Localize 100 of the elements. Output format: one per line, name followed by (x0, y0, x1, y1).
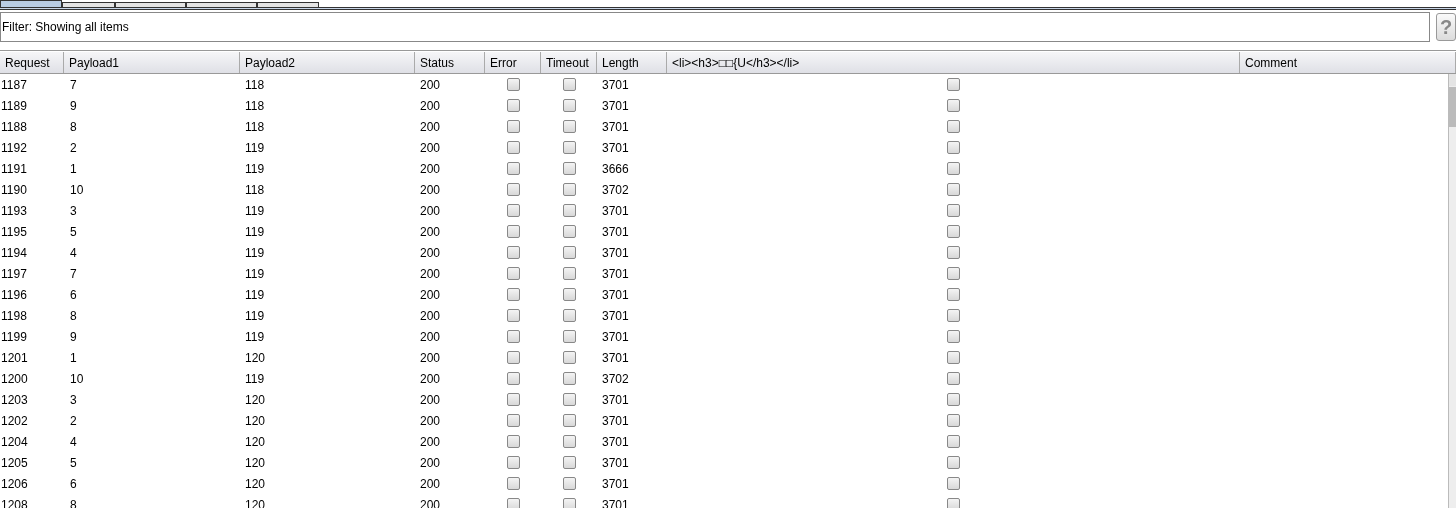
checkbox[interactable] (947, 78, 960, 91)
table-cell-text: 120 (244, 391, 266, 409)
checkbox[interactable] (506, 393, 520, 406)
column-header[interactable]: Length (597, 52, 667, 73)
checkbox[interactable] (562, 204, 576, 217)
checkbox[interactable] (506, 372, 520, 385)
checkbox[interactable] (947, 372, 960, 385)
checkbox[interactable] (947, 204, 960, 217)
checkbox[interactable] (947, 309, 960, 322)
checkbox[interactable] (562, 372, 576, 385)
checkbox[interactable] (562, 393, 576, 406)
table-cell-text: 118 (244, 97, 265, 115)
checkbox[interactable] (947, 120, 960, 133)
checkbox[interactable] (947, 225, 960, 238)
checkbox[interactable] (562, 477, 576, 490)
column-header[interactable]: Request (0, 52, 64, 73)
checkbox[interactable] (506, 288, 520, 301)
scrollbar[interactable] (1448, 74, 1456, 508)
tab[interactable] (186, 2, 257, 7)
checkbox[interactable] (947, 99, 960, 112)
column-header[interactable]: Payload1 (64, 52, 240, 73)
checkbox[interactable] (562, 330, 576, 343)
table-cell-text: 2 (69, 412, 77, 430)
checkbox[interactable] (947, 498, 960, 508)
checkbox[interactable] (506, 162, 520, 175)
checkbox[interactable] (506, 498, 520, 508)
table-cell-text: 9 (69, 328, 77, 346)
table-cell-text: 120 (244, 433, 266, 451)
table-cell-text: 200 (419, 391, 441, 409)
tab[interactable] (62, 2, 115, 7)
checkbox[interactable] (506, 141, 520, 154)
checkbox[interactable] (506, 120, 520, 133)
column-header[interactable]: Comment (1240, 52, 1456, 73)
checkbox[interactable] (506, 267, 520, 280)
checkbox[interactable] (562, 78, 576, 91)
checkbox[interactable] (947, 393, 960, 406)
checkbox[interactable] (562, 183, 576, 196)
checkbox[interactable] (562, 246, 576, 259)
checkbox[interactable] (947, 477, 960, 490)
table-cell-text: 1195 (0, 223, 27, 241)
checkbox[interactable] (947, 141, 960, 154)
filter-field[interactable]: Filter: Showing all items (0, 11, 1430, 42)
checkbox[interactable] (947, 456, 960, 469)
checkbox[interactable] (562, 498, 576, 508)
tab[interactable] (115, 2, 186, 7)
column-header[interactable]: <li><h3>□□{U</h3></li> (667, 52, 1240, 73)
table-cell-text: 3701 (601, 475, 629, 493)
checkbox[interactable] (506, 99, 520, 112)
column-header[interactable]: Status (415, 52, 485, 73)
column-header[interactable]: Payload2 (240, 52, 415, 73)
table-cell-text: 200 (419, 475, 441, 493)
checkbox[interactable] (947, 288, 960, 301)
table-cell-text: 119 (244, 265, 265, 283)
checkbox[interactable] (562, 351, 576, 364)
checkbox[interactable] (506, 204, 520, 217)
column-header[interactable]: Timeout (541, 52, 597, 73)
checkbox[interactable] (947, 351, 960, 364)
checkbox[interactable] (562, 435, 576, 448)
table-cell-text: 4 (69, 433, 77, 451)
checkbox[interactable] (506, 246, 520, 259)
checkbox[interactable] (947, 330, 960, 343)
checkbox[interactable] (947, 414, 960, 427)
checkbox[interactable] (947, 183, 960, 196)
checkbox[interactable] (562, 288, 576, 301)
checkbox[interactable] (562, 456, 576, 469)
checkbox[interactable] (506, 225, 520, 238)
checkbox[interactable] (562, 162, 576, 175)
checkbox[interactable] (506, 414, 520, 427)
checkbox[interactable] (506, 351, 520, 364)
table-cell-text: 119 (244, 223, 265, 241)
table-cell-text: 200 (419, 307, 441, 325)
table-cell-text: 6 (69, 286, 77, 304)
table-cell-text: 200 (419, 160, 441, 178)
table-cell-text: 8 (69, 496, 77, 508)
table-cell-text: 118 (244, 181, 265, 199)
checkbox[interactable] (562, 267, 576, 280)
table-cell-text: 1198 (0, 307, 27, 325)
checkbox[interactable] (947, 162, 960, 175)
table-cell-text: 5 (69, 223, 77, 241)
tab[interactable] (0, 0, 62, 7)
checkbox[interactable] (562, 309, 576, 322)
checkbox[interactable] (947, 435, 960, 448)
checkbox[interactable] (506, 309, 520, 322)
checkbox[interactable] (562, 225, 576, 238)
column-header[interactable]: Error (485, 52, 541, 73)
checkbox[interactable] (506, 477, 520, 490)
checkbox[interactable] (562, 414, 576, 427)
checkbox[interactable] (506, 78, 520, 91)
table-cell-text: 3701 (601, 265, 629, 283)
tab[interactable] (257, 2, 319, 7)
checkbox[interactable] (506, 330, 520, 343)
checkbox[interactable] (947, 267, 960, 280)
table-cell-text: 119 (244, 307, 265, 325)
checkbox[interactable] (562, 99, 576, 112)
checkbox[interactable] (506, 435, 520, 448)
checkbox[interactable] (506, 456, 520, 469)
checkbox[interactable] (947, 246, 960, 259)
checkbox[interactable] (562, 141, 576, 154)
checkbox[interactable] (562, 120, 576, 133)
checkbox[interactable] (506, 183, 520, 196)
